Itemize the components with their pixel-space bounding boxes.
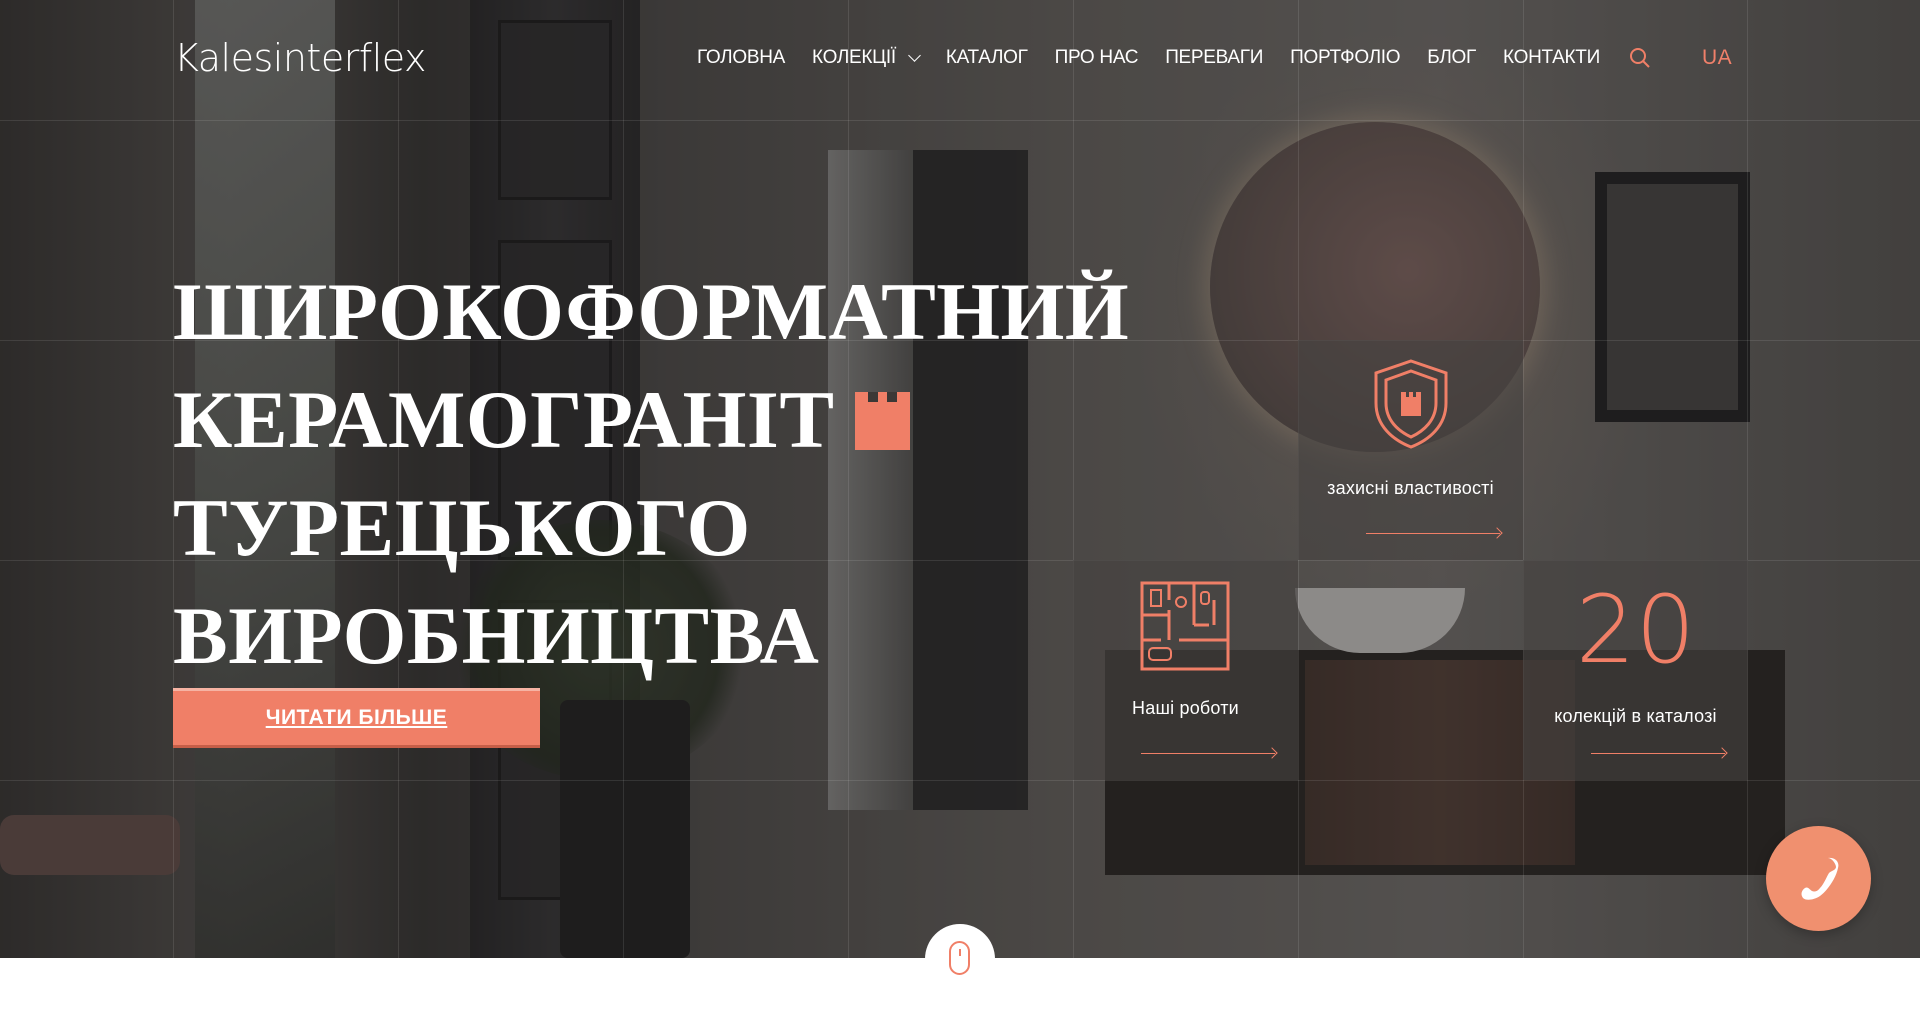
feature-label: колекцій в каталозі bbox=[1554, 706, 1717, 726]
nav-item-portfolio[interactable]: ПОРТФОЛІО bbox=[1290, 47, 1400, 69]
hero-headline: ШИРОКОФОРМАТНИЙ КЕРАМОГРАНІТ ТУРЕЦЬКОГО … bbox=[173, 258, 1129, 690]
feature-tile-collections[interactable]: 20 колекцій в каталозі bbox=[1523, 560, 1748, 780]
headline-line-with-icon: КЕРАМОГРАНІТ bbox=[173, 366, 1129, 474]
scroll-down-button[interactable] bbox=[925, 924, 995, 994]
castle-icon bbox=[854, 392, 910, 451]
shield-castle-icon bbox=[1374, 359, 1448, 449]
grid-line bbox=[1523, 0, 1524, 1013]
feature-label: захисні властивості bbox=[1327, 478, 1494, 498]
grid-line bbox=[1747, 0, 1748, 1013]
arrow-right-icon bbox=[1366, 533, 1500, 534]
headline-line: ВИРОБНИЦТВА bbox=[173, 590, 820, 681]
nav-item-label: КОЛЕКЦІЇ bbox=[812, 47, 896, 68]
nav-item-about[interactable]: ПРО НАС bbox=[1055, 47, 1139, 69]
feature-label: Наші роботи bbox=[1132, 698, 1239, 718]
mouse-scroll-icon bbox=[949, 941, 970, 975]
nav-item-home[interactable]: ГОЛОВНА bbox=[697, 47, 785, 69]
search-icon[interactable] bbox=[1628, 46, 1652, 70]
nav-item-contacts[interactable]: КОНТАКТИ bbox=[1503, 47, 1600, 69]
headline-line: ШИРОКОФОРМАТНИЙ bbox=[173, 266, 1130, 357]
nav-item-collections[interactable]: КОЛЕКЦІЇ bbox=[812, 47, 921, 69]
grid-line bbox=[0, 120, 1920, 121]
chevron-down-icon bbox=[907, 48, 921, 62]
floor-plan-icon bbox=[1140, 581, 1230, 671]
headline-line: ТУРЕЦЬКОГО bbox=[173, 482, 751, 573]
arrow-right-icon bbox=[1141, 753, 1275, 754]
call-button[interactable] bbox=[1766, 826, 1871, 931]
grid-line bbox=[0, 780, 1920, 781]
phone-icon bbox=[1801, 857, 1839, 900]
nav-item-advantages[interactable]: ПЕРЕВАГИ bbox=[1165, 47, 1263, 69]
read-more-button[interactable]: ЧИТАТИ БІЛЬШЕ bbox=[173, 688, 540, 748]
main-nav: ГОЛОВНА КОЛЕКЦІЇ КАТАЛОГ ПРО НАС ПЕРЕВАГ… bbox=[697, 47, 1627, 69]
arrow-right-icon bbox=[1591, 753, 1725, 754]
feature-tile-protection[interactable]: захисні властивості bbox=[1298, 340, 1523, 560]
nav-item-blog[interactable]: БЛОГ bbox=[1427, 47, 1476, 69]
collections-count: 20 bbox=[1575, 576, 1696, 685]
nav-item-catalog[interactable]: КАТАЛОГ bbox=[946, 47, 1028, 69]
language-switcher[interactable]: UA bbox=[1702, 46, 1732, 70]
headline-line: КЕРАМОГРАНІТ bbox=[173, 374, 835, 465]
feature-tile-works[interactable]: Наші роботи bbox=[1073, 560, 1298, 780]
site-logo[interactable]: Kalesinterflex bbox=[174, 36, 426, 80]
